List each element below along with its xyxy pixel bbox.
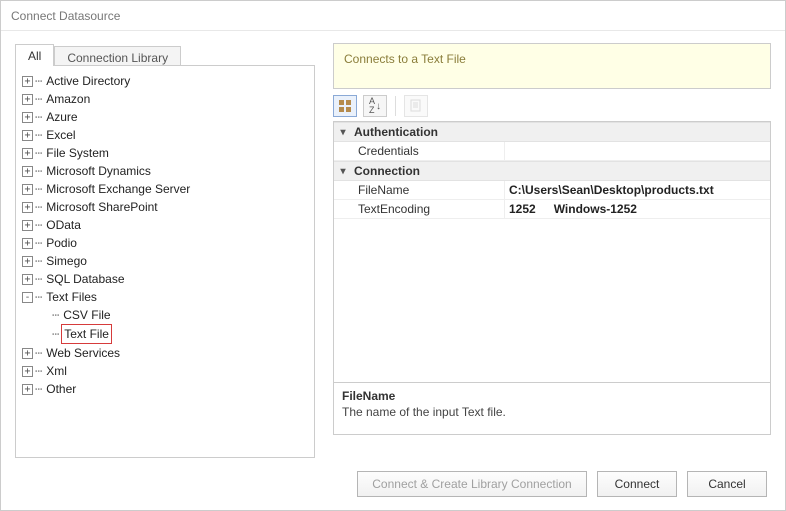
dialog-body: All Connection Library +⋯Active Director… [1,33,785,458]
categorized-view-button[interactable] [333,95,357,117]
encoding-code: 1252 [509,202,536,216]
tree-item[interactable]: Microsoft Exchange Server [44,180,192,198]
plus-icon[interactable]: + [22,348,33,359]
plus-icon[interactable]: + [22,112,33,123]
tree-dots-icon: ⋯ [35,198,41,216]
tree-item-text-file[interactable]: Text File [61,324,112,344]
tab-connection-library[interactable]: Connection Library [54,46,181,66]
tree-item[interactable]: Azure [44,108,79,126]
plus-icon[interactable]: + [22,384,33,395]
connect-create-library-button[interactable]: Connect & Create Library Connection [357,471,587,497]
info-banner: Connects to a Text File [333,43,771,89]
tree-item[interactable]: Xml [44,362,69,380]
tree-item[interactable]: Amazon [44,90,92,108]
tree-dots-icon: ⋯ [35,288,41,306]
property-row-credentials[interactable]: Credentials [334,142,770,161]
property-value[interactable]: 1252 Windows-1252 [504,200,770,218]
tree-dots-icon: ⋯ [35,362,41,380]
plus-icon[interactable]: + [22,274,33,285]
tree-dots-icon: ⋯ [35,380,41,398]
description-body: The name of the input Text file. [342,405,762,419]
tree-item[interactable]: Other [44,380,78,398]
property-toolbar: AZ↓ [333,89,771,121]
tree-item-csv-file[interactable]: CSV File [61,306,112,324]
tree-dots-icon: ⋯ [35,252,41,270]
tree-dots-icon: ⋯ [52,325,58,343]
tree-item[interactable]: Podio [44,234,79,252]
tree-dots-icon: ⋯ [35,162,41,180]
tree-item[interactable]: SQL Database [44,270,126,288]
property-grid[interactable]: ▾ Authentication Credentials ▾ Connectio… [333,121,771,383]
tree-dots-icon: ⋯ [35,216,41,234]
property-row-filename[interactable]: FileName C:\Users\Sean\Desktop\products.… [334,181,770,200]
tree-dots-icon: ⋯ [35,234,41,252]
plus-icon[interactable]: + [22,94,33,105]
tree-item[interactable]: OData [44,216,83,234]
chevron-down-icon: ▾ [338,127,348,138]
separator [395,96,396,116]
property-value[interactable]: C:\Users\Sean\Desktop\products.txt [504,181,770,199]
property-value[interactable] [504,142,770,160]
property-name: TextEncoding [334,200,504,218]
property-description: FileName The name of the input Text file… [333,383,771,435]
encoding-name: Windows-1252 [554,202,637,216]
plus-icon[interactable]: + [22,220,33,231]
property-row-textencoding[interactable]: TextEncoding 1252 Windows-1252 [334,200,770,219]
tree-item[interactable]: File System [44,144,111,162]
plus-icon[interactable]: + [22,148,33,159]
tree-item[interactable]: Simego [44,252,89,270]
plus-icon[interactable]: + [22,238,33,249]
property-name: Credentials [334,142,504,160]
pages-icon [409,99,423,113]
category-label: Authentication [354,125,438,139]
tree-dots-icon: ⋯ [35,108,41,126]
plus-icon[interactable]: + [22,130,33,141]
plus-icon[interactable]: + [22,256,33,267]
minus-icon[interactable]: - [22,292,33,303]
tree-dots-icon: ⋯ [35,90,41,108]
cancel-button[interactable]: Cancel [687,471,767,497]
tree-item[interactable]: Microsoft SharePoint [44,198,159,216]
plus-icon[interactable]: + [22,166,33,177]
tree-item-text-files[interactable]: Text Files [44,288,99,306]
chevron-down-icon: ▾ [338,166,348,177]
plus-icon[interactable]: + [22,76,33,87]
tree-dots-icon: ⋯ [35,72,41,90]
tree-dots-icon: ⋯ [35,180,41,198]
category-authentication[interactable]: ▾ Authentication [334,122,770,142]
dialog-footer: Connect & Create Library Connection Conn… [1,458,785,510]
connect-button[interactable]: Connect [597,471,677,497]
description-title: FileName [342,389,762,403]
category-connection[interactable]: ▾ Connection [334,161,770,181]
left-pane: All Connection Library +⋯Active Director… [15,43,315,458]
tree-dots-icon: ⋯ [35,126,41,144]
arrow-down-icon: ↓ [376,101,381,112]
tree-item[interactable]: Microsoft Dynamics [44,162,153,180]
tab-all[interactable]: All [15,44,54,66]
sort-az-icon: AZ [369,97,375,115]
plus-icon[interactable]: + [22,202,33,213]
right-pane: Connects to a Text File AZ↓ ▾ Authentica… [333,43,771,435]
tree-item[interactable]: Active Directory [44,72,132,90]
property-name: FileName [334,181,504,199]
tree-dots-icon: ⋯ [52,306,58,324]
categorized-icon [338,99,352,113]
alphabetical-view-button[interactable]: AZ↓ [363,95,387,117]
tree-item[interactable]: Web Services [44,344,122,362]
tree-dots-icon: ⋯ [35,270,41,288]
property-pages-button [404,95,428,117]
plus-icon[interactable]: + [22,184,33,195]
plus-icon[interactable]: + [22,366,33,377]
tree-item[interactable]: Excel [44,126,77,144]
window-title: Connect Datasource [1,1,785,31]
tree-dots-icon: ⋯ [35,144,41,162]
category-label: Connection [354,164,420,178]
tree-dots-icon: ⋯ [35,344,41,362]
datasource-tree[interactable]: +⋯Active Directory +⋯Amazon +⋯Azure +⋯Ex… [15,65,315,458]
tab-strip: All Connection Library [15,44,315,66]
